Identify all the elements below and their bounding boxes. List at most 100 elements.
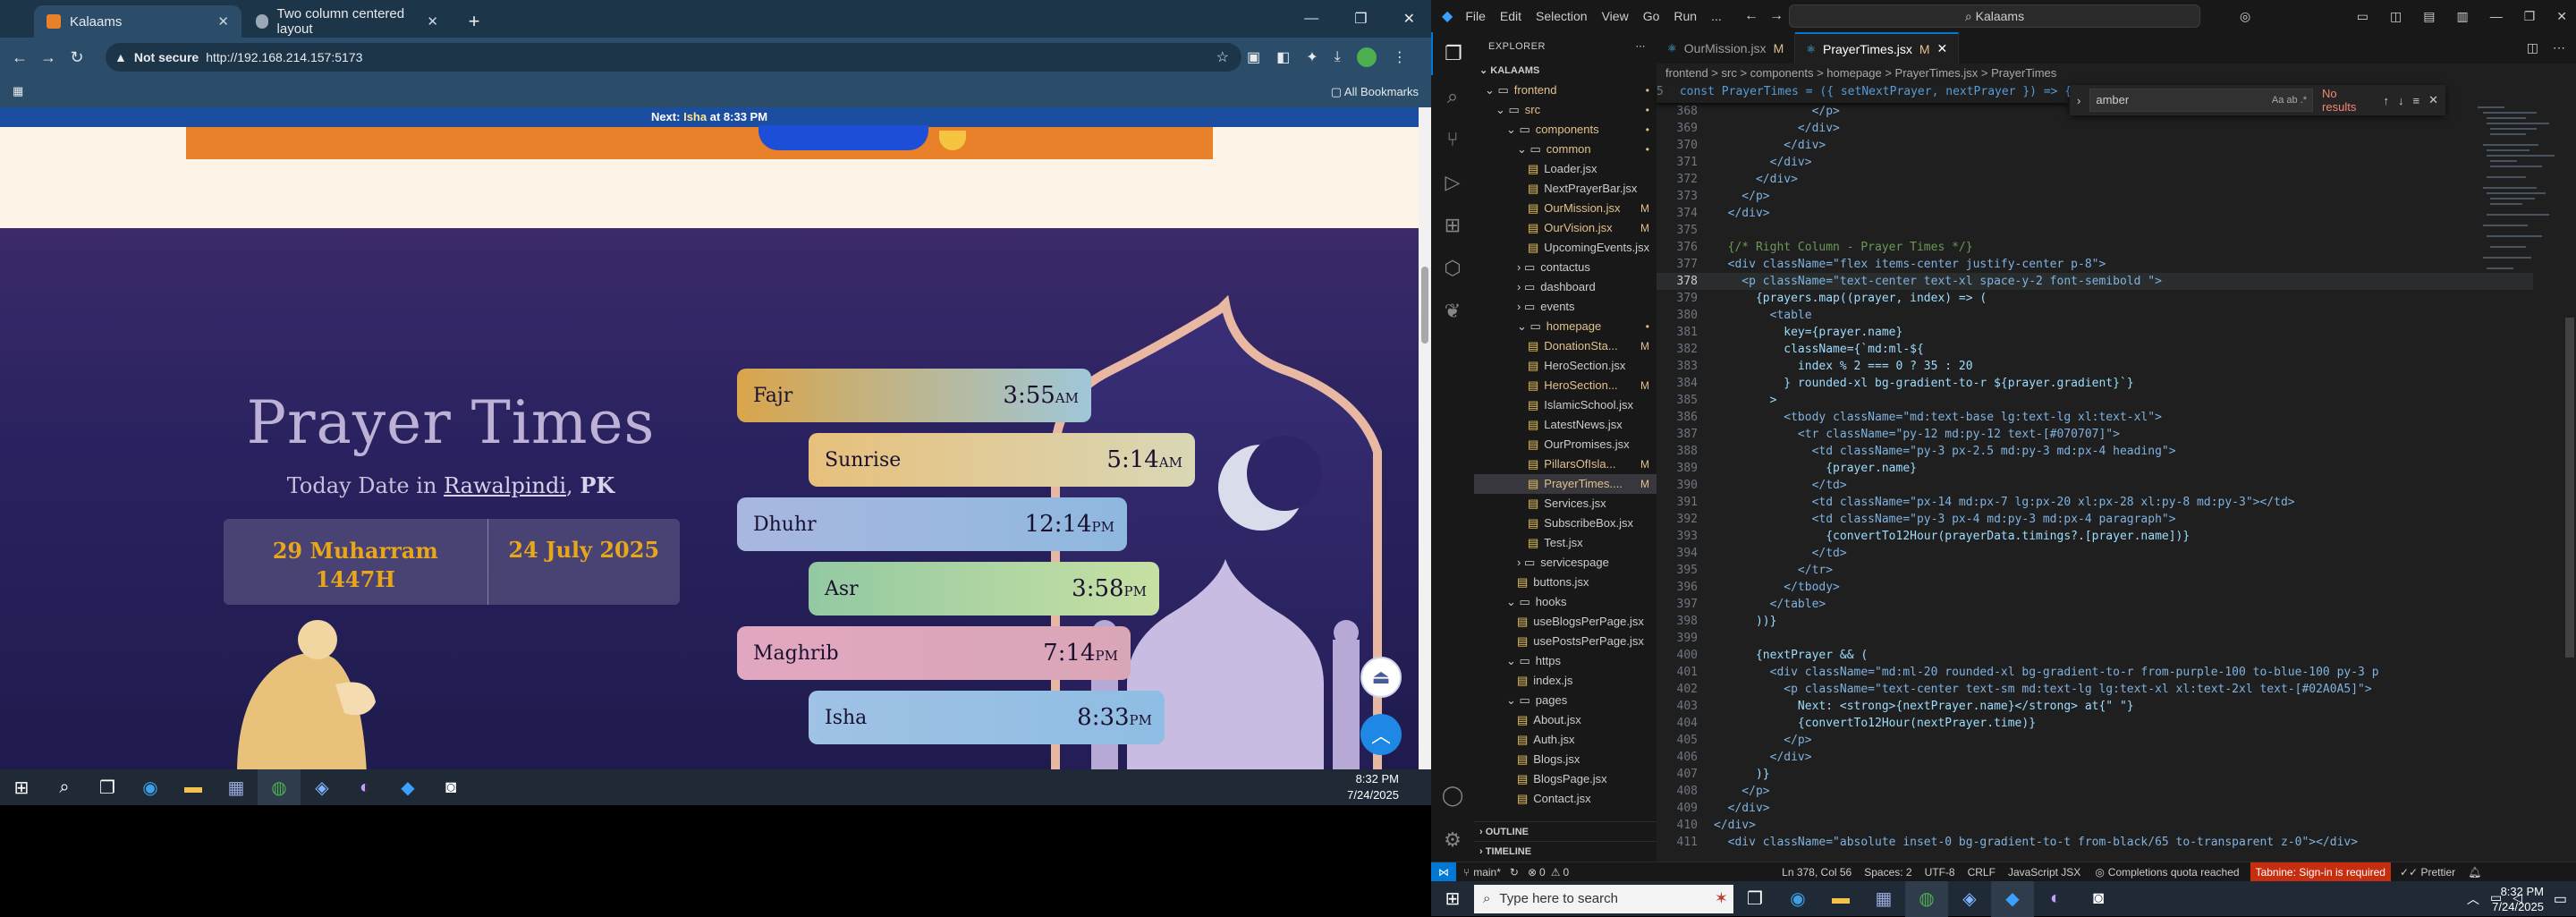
tree-folder[interactable]: ⌄ ▭ pages	[1474, 691, 1657, 710]
page-scrollbar-thumb[interactable]	[1421, 267, 1428, 344]
code-line[interactable]: 369 </div>	[1657, 120, 2533, 137]
address-bar[interactable]: ▲ Not secure http://192.168.214.157:5173…	[106, 43, 1241, 72]
menu-item[interactable]: Edit	[1500, 9, 1521, 23]
code-line[interactable]: 401 <div className="md:ml-20 rounded-xl …	[1657, 664, 2533, 681]
code-line[interactable]: 388 <td className="py-3 px-2.5 md:py-3 m…	[1657, 443, 2533, 460]
account-icon[interactable]: ◯	[1431, 774, 1474, 817]
language-mode[interactable]: JavaScript JSX	[2008, 866, 2080, 879]
layout-icon[interactable]: ▭	[2357, 9, 2368, 24]
timeline-section[interactable]: › TIMELINE	[1474, 841, 1657, 861]
menu-item[interactable]: ...	[1711, 9, 1722, 23]
close-tab-icon[interactable]: ✕	[427, 13, 438, 30]
tree-file[interactable]: ▤ NextPrayerBar.jsx	[1474, 179, 1657, 199]
code-line[interactable]: 386 <tbody className="md:text-base lg:te…	[1657, 409, 2533, 426]
settings-gear-icon[interactable]: ⚙	[1431, 819, 1474, 862]
puzzle-icon[interactable]: ✦	[1306, 48, 1318, 66]
layout-icon[interactable]: ◫	[2390, 9, 2402, 24]
tree-folder[interactable]: ⌄ ▭ components •	[1474, 120, 1657, 140]
code-line[interactable]: 397 </table>	[1657, 596, 2533, 613]
vscode-icon[interactable]: ◆	[386, 769, 429, 805]
code-line[interactable]: 411 <div className="absolute inset-0 bg-…	[1657, 834, 2533, 851]
tree-file[interactable]: ▤ OurVision.jsx M	[1474, 218, 1657, 238]
edge-icon[interactable]: ◉	[1776, 881, 1819, 917]
app-icon[interactable]: ◈	[301, 769, 343, 805]
code-line[interactable]: 391 <td className="px-14 md:px-7 lg:px-2…	[1657, 494, 2533, 511]
bookmark-star-icon[interactable]: ☆	[1216, 48, 1229, 66]
tree-file[interactable]: ▤ SubscribeBox.jsx	[1474, 514, 1657, 533]
tree-file[interactable]: ▤ PillarsOfIsla... M	[1474, 454, 1657, 474]
all-bookmarks[interactable]: ▢ All Bookmarks	[1331, 85, 1419, 99]
extension-icon[interactable]: ◧	[1276, 48, 1290, 66]
encoding[interactable]: UTF-8	[1925, 866, 1955, 879]
close-tab-icon[interactable]: ✕	[217, 13, 229, 30]
menu-item[interactable]: Go	[1643, 9, 1660, 23]
tree-file[interactable]: ▤ Blogs.jsx	[1474, 750, 1657, 769]
tree-file[interactable]: ▤ Loader.jsx	[1474, 159, 1657, 179]
tree-folder[interactable]: › ▭ events	[1474, 297, 1657, 317]
split-editor-icon[interactable]: ◫	[2527, 40, 2538, 55]
code-line[interactable]: 405 </p>	[1657, 732, 2533, 749]
tree-folder[interactable]: ⌄ ▭ src •	[1474, 100, 1657, 120]
layout-icon[interactable]: ▥	[2456, 9, 2468, 24]
menu-icon[interactable]: ⋮	[1393, 48, 1407, 66]
download-icon[interactable]: ⤓	[1335, 49, 1341, 65]
chrome-icon[interactable]: ◍	[258, 769, 301, 805]
profile-avatar[interactable]	[1356, 47, 1377, 67]
warning-count[interactable]: 0	[1563, 866, 1569, 879]
code-line[interactable]: 382 className={`md:ml-${	[1657, 341, 2533, 358]
chrome-icon[interactable]: ◍	[1905, 880, 1948, 917]
code-line[interactable]: 408 </p>	[1657, 783, 2533, 800]
tree-file[interactable]: ▤ BlogsPage.jsx	[1474, 769, 1657, 789]
close-icon[interactable]: ✕	[1403, 10, 1415, 28]
nav-forward-icon[interactable]: →	[1769, 8, 1784, 24]
maximize-icon[interactable]: ❐	[1354, 10, 1367, 28]
code-line[interactable]: 392 <td className="py-3 px-4 md:py-3 md:…	[1657, 511, 2533, 528]
prettier-status[interactable]: ✓✓ Prettier	[2400, 866, 2455, 879]
tree-file[interactable]: ▤ Contact.jsx	[1474, 789, 1657, 809]
code-line[interactable]: 380 <table	[1657, 307, 2533, 324]
store-icon[interactable]: ▦	[1862, 881, 1905, 917]
code-line[interactable]: 385 >	[1657, 392, 2533, 409]
workspace-header[interactable]: ⌄ KALAAMS	[1474, 61, 1657, 81]
code-line[interactable]: 398 ))}	[1657, 613, 2533, 630]
code-line[interactable]: 371 </div>	[1657, 154, 2533, 171]
find-input[interactable]: amber Aa ab .*	[2089, 89, 2314, 112]
github-desktop-icon[interactable]: ◐	[343, 769, 386, 805]
reload-icon[interactable]: ↻	[63, 48, 91, 67]
zoom-icon[interactable]: ◙	[2077, 881, 2120, 917]
code-line[interactable]: 396 </tbody>	[1657, 579, 2533, 596]
minimize-icon[interactable]: —	[2490, 9, 2503, 24]
file-explorer-icon[interactable]: ▬	[1819, 881, 1862, 917]
code-editor[interactable]: 368 </p> 369 </div> 370 </div> 371 </div> 37…	[1657, 103, 2533, 851]
editor-tab-prayertimes[interactable]: ⚛ PrayerTimes.jsx M ✕	[1795, 32, 1960, 64]
code-line[interactable]: 378 <p className="text-center text-xl sp…	[1657, 273, 2533, 290]
tree-folder[interactable]: ⌄ ▭ hooks	[1474, 592, 1657, 612]
code-line[interactable]: 389 {prayer.name}	[1657, 460, 2533, 477]
browser-tab-two-column[interactable]: Two column centered layout ✕	[243, 5, 451, 38]
selection-icon[interactable]: ≡	[2413, 94, 2420, 107]
code-line[interactable]: 372 </div>	[1657, 171, 2533, 188]
tree-file[interactable]: ▤ OurPromises.jsx	[1474, 435, 1657, 454]
editor-scrollbar[interactable]	[2563, 103, 2576, 862]
page-scrollbar[interactable]	[1419, 107, 1431, 769]
tree-file[interactable]: ▤ Auth.jsx	[1474, 730, 1657, 750]
command-center[interactable]: ⌕ Kalaams	[1789, 4, 2200, 28]
task-view-icon[interactable]: ❐	[86, 769, 129, 805]
windows-start-icon[interactable]: ⊞	[0, 769, 43, 805]
extensions-icon[interactable]: ⊞	[1431, 204, 1474, 247]
outline-section[interactable]: › OUTLINE	[1474, 821, 1657, 841]
copilot-status[interactable]: Completions quota reached	[2108, 866, 2240, 879]
app-icon[interactable]: ◈	[1948, 881, 1991, 917]
code-line[interactable]: 381 key={prayer.name}	[1657, 324, 2533, 341]
code-line[interactable]: 407 )}	[1657, 766, 2533, 783]
code-line[interactable]: 395 </tr>	[1657, 562, 2533, 579]
menu-item[interactable]: Run	[1674, 9, 1697, 23]
close-tab-icon[interactable]: ✕	[1937, 41, 1948, 56]
code-line[interactable]: 404 {convertTo12Hour(nextPrayer.time)}	[1657, 715, 2533, 732]
code-line[interactable]: 394 </td>	[1657, 545, 2533, 562]
task-view-icon[interactable]: ❐	[1733, 881, 1776, 917]
minimap[interactable]	[2474, 103, 2563, 371]
tree-file[interactable]: ▤ useBlogsPerPage.jsx	[1474, 612, 1657, 632]
indentation[interactable]: Spaces: 2	[1864, 866, 1911, 879]
file-explorer-icon[interactable]: ▬	[172, 769, 215, 805]
